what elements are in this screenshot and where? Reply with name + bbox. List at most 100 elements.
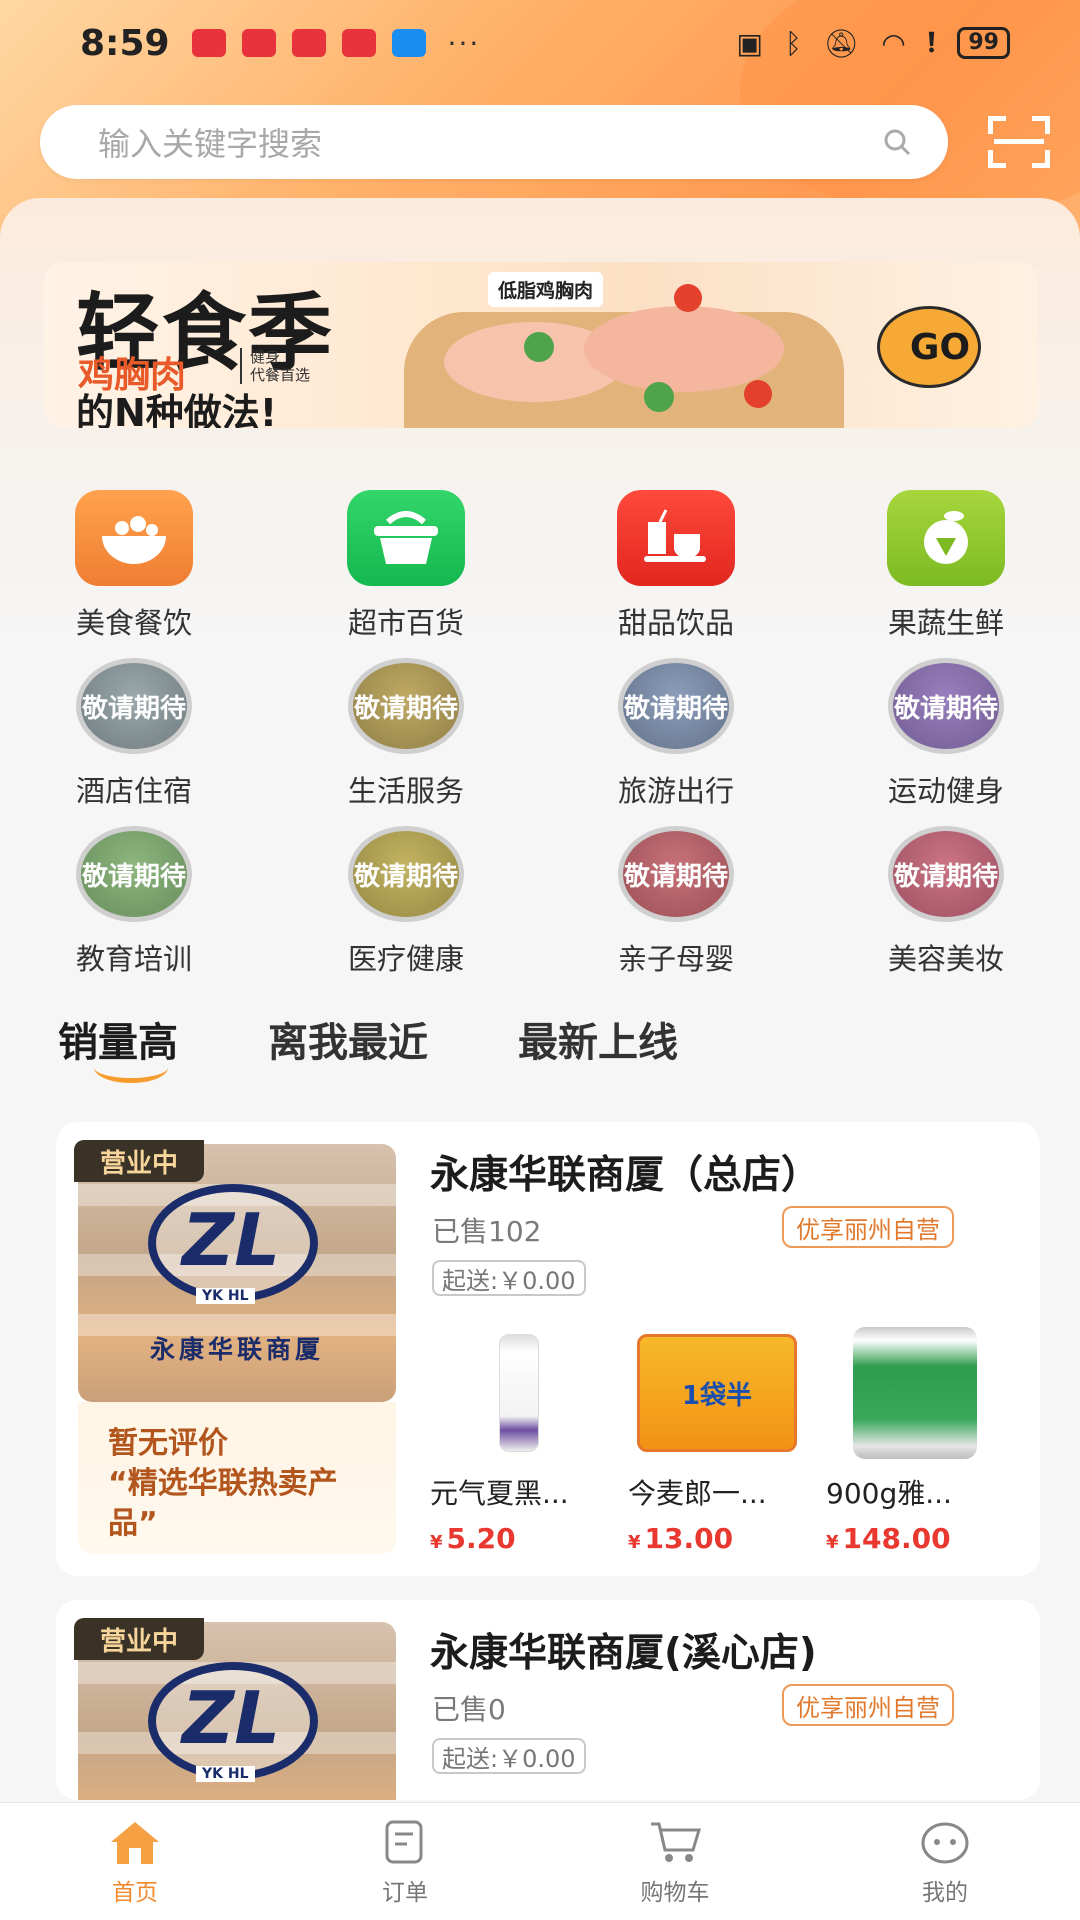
tab-profile[interactable]: 我的 — [810, 1803, 1080, 1920]
open-status-badge: 营业中 — [74, 1618, 204, 1660]
category-item-medical[interactable]: 敬请期待 医疗健康 — [296, 826, 516, 978]
food-bowl-icon — [75, 490, 193, 586]
search-icon[interactable] — [882, 127, 912, 157]
scan-icon[interactable] — [988, 116, 1050, 168]
tomato-image — [674, 284, 702, 312]
baby-icon: 敬请期待 — [618, 826, 734, 922]
category-label: 旅游出行 — [617, 774, 734, 808]
store-sold-count: 已售0 — [432, 1693, 506, 1726]
bottom-tab-bar: 首页 订单 购物车 我的 — [0, 1802, 1080, 1920]
category-label: 酒店住宿 — [75, 774, 192, 808]
category-item-sport[interactable]: 敬请期待 运动健身 — [836, 658, 1056, 810]
order-icon — [377, 1817, 433, 1867]
store-review: 暂无评价 “精选华联热卖产品” — [78, 1402, 396, 1554]
category-label: 美容美妆 — [887, 942, 1004, 976]
tab-newest[interactable]: 最新上线 — [518, 1010, 678, 1068]
category-item-travel[interactable]: 敬请期待 旅游出行 — [566, 658, 786, 810]
store-sold-count: 已售102 — [432, 1215, 542, 1248]
min-order-badge: 起送:￥0.00 — [432, 1738, 586, 1774]
store-card[interactable]: ZL YK HL 营业中 永康华联商厦(溪心店) 已售0 优享丽州自营 起送:￥0… — [56, 1600, 1040, 1800]
category-label: 亲子母婴 — [617, 942, 734, 976]
wifi-icon: ◠ — [881, 26, 906, 60]
home-icon — [107, 1817, 163, 1867]
home-page: 8:59 ··· ▣ ᛒ 🔕︎ ◠ ❗︎ 99 输入关键字搜索 轻食季 鸡胸肉 … — [0, 0, 1080, 1920]
product-image — [826, 1327, 1004, 1459]
product-name: 今麦郎一... — [628, 1477, 767, 1510]
category-item-supermarket[interactable]: 超市百货 — [296, 490, 516, 642]
category-item-fresh[interactable]: 果蔬生鲜 — [836, 490, 1056, 642]
category-label: 运动健身 — [887, 774, 1004, 808]
category-item-beauty[interactable]: 敬请期待 美容美妆 — [836, 826, 1056, 978]
broccoli-image — [644, 382, 674, 412]
product-price: ¥148.00 — [826, 1522, 951, 1555]
store-tag: 优享丽州自营 — [782, 1684, 954, 1726]
category-item-food[interactable]: 美食餐饮 — [24, 490, 244, 642]
drink-icon — [617, 490, 735, 586]
category-label: 教育培训 — [75, 942, 192, 976]
store-name: 永康华联商厦(溪心店) — [430, 1631, 817, 1676]
store-card[interactable]: ZL YK HL 永康华联商厦 营业中 暂无评价 “精选华联热卖产品” 永康华联商… — [56, 1122, 1040, 1576]
cart-icon — [647, 1817, 703, 1867]
fruit-icon — [887, 490, 1005, 586]
product-item[interactable]: 1袋半 今麦郎一... ¥13.00 — [628, 1328, 806, 1558]
more-notifications-icon: ··· — [447, 26, 481, 60]
search-placeholder: 输入关键字搜索 — [98, 125, 323, 163]
tab-home[interactable]: 首页 — [0, 1803, 270, 1920]
mute-icon: 🔕︎ — [823, 26, 860, 60]
store-logo: ZL YK HL — [148, 1662, 318, 1782]
product-item[interactable]: 900g雅... ¥148.00 — [826, 1327, 1004, 1558]
category-item-baby[interactable]: 敬请期待 亲子母婴 — [566, 826, 786, 978]
chicken-breast-image — [584, 306, 784, 392]
notification-icon — [341, 29, 376, 57]
search-input[interactable]: 输入关键字搜索 — [40, 105, 948, 179]
tab-cart[interactable]: 购物车 — [540, 1803, 810, 1920]
store-name: 永康华联商厦（总店） — [430, 1153, 821, 1198]
category-label: 果蔬生鲜 — [887, 606, 1004, 640]
category-item-education[interactable]: 敬请期待 教育培训 — [24, 826, 244, 978]
medical-icon: 敬请期待 — [348, 826, 464, 922]
beauty-icon: 敬请期待 — [888, 826, 1004, 922]
tab-label: 首页 — [112, 1880, 158, 1906]
category-item-dessert[interactable]: 甜品饮品 — [566, 490, 786, 642]
product-price: ¥5.20 — [430, 1522, 516, 1555]
store-tag: 优享丽州自营 — [782, 1206, 954, 1248]
open-status-badge: 营业中 — [74, 1140, 204, 1182]
product-image: 1袋半 — [628, 1328, 806, 1458]
tab-label: 订单 — [382, 1880, 428, 1906]
category-label: 甜品饮品 — [617, 606, 734, 640]
tab-label: 购物车 — [640, 1880, 710, 1906]
notification-icon — [191, 29, 226, 57]
broccoli-image — [524, 332, 554, 362]
profile-icon — [917, 1817, 973, 1867]
banner-tag: 低脂鸡胸肉 — [488, 272, 604, 307]
service-icon: 敬请期待 — [348, 658, 464, 754]
status-time: 8:59 — [80, 22, 170, 64]
tab-label: 我的 — [922, 1880, 968, 1906]
product-price: ¥13.00 — [628, 1522, 734, 1555]
store-logo-text: 永康华联商厦 — [149, 1335, 324, 1364]
education-icon: 敬请期待 — [76, 826, 192, 922]
product-item[interactable]: 元气夏黑... ¥5.20 — [430, 1328, 608, 1558]
category-item-hotel[interactable]: 敬请期待 酒店住宿 — [24, 658, 244, 810]
tab-nearest[interactable]: 离我最近 — [268, 1010, 428, 1068]
sort-tabs: 销量高 离我最近 最新上线 — [58, 1010, 678, 1083]
store-logo: ZL YK HL — [148, 1184, 318, 1304]
nfc-icon: ▣ — [736, 26, 763, 60]
banner-go-button[interactable]: GO — [877, 306, 981, 388]
travel-icon: 敬请期待 — [618, 658, 734, 754]
notification-icon — [291, 29, 326, 57]
min-order-badge: 起送:￥0.00 — [432, 1260, 586, 1296]
product-image — [430, 1328, 608, 1458]
sport-icon: 敬请期待 — [888, 658, 1004, 754]
tomato-image — [744, 380, 772, 408]
bluetooth-icon: ᛒ — [784, 26, 802, 60]
basket-icon — [347, 490, 465, 586]
tab-top-sales[interactable]: 销量高 — [58, 1010, 178, 1083]
notification-icon — [241, 29, 276, 57]
category-label: 生活服务 — [347, 774, 464, 808]
category-item-life-service[interactable]: 敬请期待 生活服务 — [296, 658, 516, 810]
product-name: 900g雅... — [826, 1477, 952, 1510]
tab-orders[interactable]: 订单 — [270, 1803, 540, 1920]
status-bar: 8:59 ··· ▣ ᛒ 🔕︎ ◠ ❗︎ 99 — [0, 0, 1080, 86]
promo-banner[interactable]: 轻食季 鸡胸肉 健身 代餐首选 的N种做法! 低脂鸡胸肉 GO — [44, 262, 1038, 428]
